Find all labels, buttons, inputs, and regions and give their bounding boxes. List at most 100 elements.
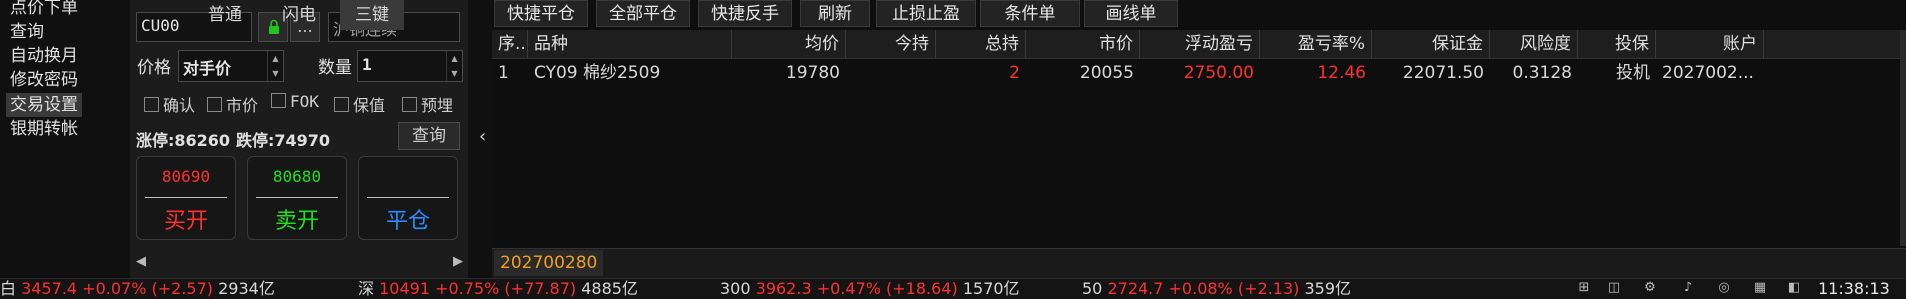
qty-text: 1 — [362, 55, 372, 74]
cell-hedge-type: 投机 — [1616, 63, 1650, 83]
cell-avg-price: 19780 — [785, 63, 840, 83]
menu-item-bank-transfer[interactable]: 银期转帐 — [10, 117, 78, 141]
mode-three-key[interactable]: 三键 — [340, 0, 404, 30]
mode-next-icon[interactable]: ▶ — [453, 254, 463, 269]
qty-input[interactable]: 1 ▲ ▼ — [357, 50, 463, 82]
status-bar: 白 3457.4 +0.07% (+2.57) 2934亿 深 10491 +0… — [0, 278, 1906, 299]
index-300-value: 3962.3 +0.47% (+18.64) — [755, 279, 958, 298]
index-sh-volume: 2934亿 — [218, 279, 275, 298]
tools-icon[interactable]: ⚙ — [1642, 280, 1658, 296]
qty-label: 数量 — [318, 58, 352, 78]
index-300: 300 3962.3 +0.47% (+18.64) 1570亿 — [720, 280, 1020, 298]
col-risk[interactable]: 风险度 — [1490, 30, 1578, 58]
divider — [367, 197, 449, 198]
col-margin[interactable]: 保证金 — [1372, 30, 1490, 58]
mode-normal[interactable]: 普通 — [196, 0, 254, 30]
index-sz: 深 10491 +0.75% (+77.87) 4885亿 — [358, 280, 638, 298]
col-floating-pnl[interactable]: 浮动盈亏 — [1140, 30, 1260, 58]
divider — [256, 197, 338, 198]
index-sz-name: 深 — [358, 279, 375, 298]
menu-item-change-password[interactable]: 修改密码 — [10, 68, 78, 92]
lock-status-icon[interactable]: ◧ — [1786, 280, 1802, 296]
account-tab[interactable]: 202700280 — [494, 250, 604, 276]
stop-loss-take-profit-button[interactable]: 止损止盈 — [876, 0, 976, 27]
qty-spinner[interactable]: ▲ ▼ — [446, 51, 462, 81]
price-type-text: 对手价 — [183, 59, 232, 78]
mode-bar — [130, 248, 468, 278]
price-type-select[interactable]: 对手价 ▲ ▼ — [178, 50, 284, 82]
col-total-hold[interactable]: 总持 — [936, 30, 1026, 58]
refresh-button[interactable]: 刷新 — [800, 0, 870, 27]
fok-checkbox[interactable]: FOK — [271, 92, 319, 111]
confirm-label: 确认 — [163, 96, 196, 115]
checkbox-box — [334, 97, 349, 112]
buy-open-button[interactable]: 80690 买开 — [136, 156, 236, 240]
mode-lightning[interactable]: 闪电 — [274, 0, 324, 30]
close-all-button[interactable]: 全部平仓 — [596, 0, 690, 27]
cell-margin: 22071.50 — [1402, 63, 1484, 83]
cell-floating-pnl: 2750.00 — [1183, 63, 1254, 83]
cell-today-hold — [846, 60, 936, 86]
preorder-label: 预埋 — [421, 96, 454, 115]
menu-item-auto-rollover[interactable]: 自动换月 — [10, 44, 78, 68]
bell-icon[interactable]: ♪ — [1680, 280, 1696, 296]
buy-open-price: 80690 — [161, 167, 211, 186]
settings-icon[interactable]: ◎ — [1716, 280, 1732, 296]
line-order-button[interactable]: 画线单 — [1084, 0, 1178, 27]
quick-close-button[interactable]: 快捷平仓 — [494, 0, 588, 27]
contract-code-text: CU00 — [141, 16, 180, 35]
sell-open-button[interactable]: 80680 卖开 — [247, 156, 347, 240]
menu-item-point-price-order[interactable]: 点价下单 — [10, 0, 78, 20]
price-label: 价格 — [137, 58, 171, 78]
index-50-value: 2724.7 +0.08% (+2.13) — [1107, 279, 1300, 298]
menu-item-trade-settings[interactable]: 交易设置 — [6, 93, 82, 117]
divider — [145, 197, 227, 198]
cell-pnl-rate: 12.46 — [1317, 63, 1366, 83]
checkbox-box — [144, 97, 159, 112]
limit-up-price: 涨停:86260 — [136, 131, 231, 150]
index-sh-value: 3457.4 +0.07% (+2.57) — [21, 279, 214, 298]
checkbox-box — [402, 97, 417, 112]
cell-risk: 0.3128 — [1512, 63, 1572, 83]
index-300-name: 300 — [720, 279, 751, 298]
hedge-label: 保值 — [353, 96, 386, 115]
col-pnl-rate[interactable]: 盈亏率% — [1260, 30, 1372, 58]
col-market-price[interactable]: 市价 — [1026, 30, 1140, 58]
index-50-name: 50 — [1082, 279, 1103, 298]
cell-account: 2027002... — [1662, 63, 1754, 83]
sell-open-label: 卖开 — [274, 209, 319, 234]
cell-market-price: 20055 — [1079, 63, 1134, 83]
database-icon[interactable]: ◫ — [1606, 280, 1622, 296]
col-today-hold[interactable]: 今持 — [846, 30, 936, 58]
cell-index: 1 — [498, 63, 509, 83]
network-icon[interactable]: ⊞ — [1576, 280, 1592, 296]
col-avg-price[interactable]: 均价 — [732, 30, 846, 58]
col-index[interactable]: 序.. — [492, 30, 528, 58]
col-hedge-type[interactable]: 投保 — [1578, 30, 1656, 58]
chart-icon[interactable]: ▦ — [1752, 280, 1768, 296]
hedge-checkbox[interactable]: 保值 — [334, 92, 385, 116]
market-price-label: 市价 — [226, 96, 259, 115]
index-sz-value: 10491 +0.75% (+77.87) — [379, 279, 577, 298]
index-50: 50 2724.7 +0.08% (+2.13) 359亿 — [1082, 280, 1351, 298]
account-tab-bar — [492, 248, 1906, 279]
confirm-checkbox[interactable]: 确认 — [144, 92, 195, 116]
col-account[interactable]: 账户 — [1656, 30, 1764, 58]
query-button[interactable]: 查询 — [398, 122, 460, 150]
quick-reverse-button[interactable]: 快捷反手 — [698, 0, 792, 27]
vertical-scrollbar[interactable] — [1900, 30, 1906, 246]
checkbox-box — [271, 93, 286, 108]
menu-item-query[interactable]: 查询 — [10, 20, 44, 44]
chevron-left-icon[interactable]: ‹ — [479, 126, 486, 147]
mode-prev-icon[interactable]: ◀ — [136, 254, 146, 269]
close-position-button[interactable]: 平仓 — [358, 156, 458, 240]
index-sh-name: 白 — [0, 279, 17, 298]
market-price-checkbox[interactable]: 市价 — [207, 92, 258, 116]
index-sh: 白 3457.4 +0.07% (+2.57) 2934亿 — [0, 280, 275, 298]
index-sz-volume: 4885亿 — [581, 279, 638, 298]
price-spinner[interactable]: ▲ ▼ — [267, 51, 283, 81]
conditional-order-button[interactable]: 条件单 — [980, 0, 1080, 27]
col-instrument[interactable]: 品种 — [528, 30, 732, 58]
cell-instrument: CY09 棉纱2509 — [534, 63, 661, 83]
preorder-checkbox[interactable]: 预埋 — [402, 92, 453, 116]
